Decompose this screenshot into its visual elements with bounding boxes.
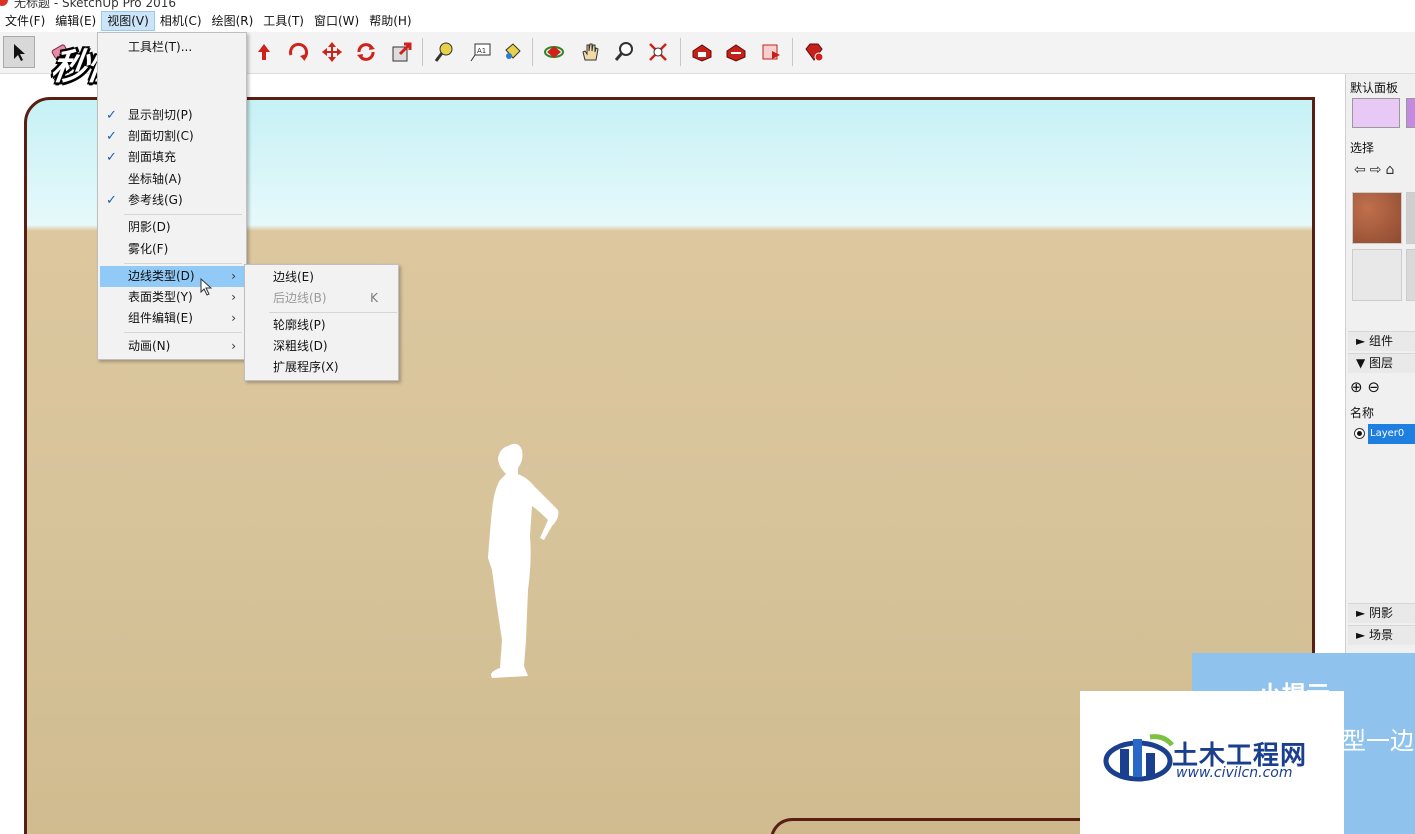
tape-measure-icon[interactable] xyxy=(428,36,460,68)
panel-layers-header[interactable]: ▼ 图层 xyxy=(1348,353,1415,373)
chevron-right-icon: › xyxy=(231,269,236,283)
ruby-icon[interactable] xyxy=(798,36,830,68)
panel-shadows-header[interactable]: ► 阴影 xyxy=(1348,603,1415,623)
sketchup-logo-icon xyxy=(0,0,8,6)
select-arrow-icon[interactable] xyxy=(3,36,35,68)
scale-icon[interactable] xyxy=(386,36,418,68)
chevron-right-icon: › xyxy=(231,311,236,325)
check-icon: ✓ xyxy=(106,108,117,123)
layer-name[interactable]: Layer0 xyxy=(1368,424,1415,444)
logo-url: www.civilcn.com xyxy=(1176,765,1293,781)
view-menu-dropdown: 工具栏(T)... ✓ 显示剖切(P) ✓ 剖面切割(C) ✓ 剖面填充 坐标轴(A)… xyxy=(97,32,247,360)
scale-figure[interactable] xyxy=(484,440,564,680)
tray-title: 默认面板 xyxy=(1350,81,1399,95)
material-swatch[interactable] xyxy=(1406,192,1415,244)
menu-file[interactable]: 文件(F) xyxy=(0,11,50,31)
menu-help[interactable]: 帮助(H) xyxy=(364,11,416,31)
sketchup-window: 无标题 - SketchUp Pro 2016 文件(F) 编辑(E) 视图(V… xyxy=(0,0,1415,834)
zoom-extents-icon[interactable] xyxy=(642,36,674,68)
layout-icon[interactable] xyxy=(755,36,787,68)
menu-item-animation[interactable]: 动画(N) › xyxy=(100,336,244,357)
check-icon: ✓ xyxy=(106,193,117,208)
panel-components-header[interactable]: ► 组件 xyxy=(1348,331,1415,351)
toolbar-separator xyxy=(532,38,533,66)
window-title: 无标题 - SketchUp Pro 2016 xyxy=(14,0,176,10)
layer-row[interactable]: Layer0 xyxy=(1352,424,1415,444)
menu-item-section-fill[interactable]: ✓ 剖面填充 xyxy=(100,147,244,168)
move-icon[interactable] xyxy=(316,36,348,68)
menu-item-face-style[interactable]: 表面类型(Y) › xyxy=(100,287,244,308)
site-logo-overlay: 土木工程网 www.civilcn.com xyxy=(1080,691,1344,834)
menu-item-component-edit[interactable]: 组件编辑(E) › xyxy=(100,308,244,329)
viewport-secondary xyxy=(770,818,1100,834)
menu-item-section-cuts[interactable]: ✓ 剖面切割(C) xyxy=(100,126,244,147)
menu-separator xyxy=(124,263,242,264)
menu-view[interactable]: 视图(V) xyxy=(101,11,155,31)
material-nav-buttons[interactable]: ⇦⇨⌂ xyxy=(1354,162,1398,178)
submenu-item-profiles[interactable]: 轮廓线(P) xyxy=(247,315,396,336)
menu-item-axes[interactable]: 坐标轴(A) xyxy=(100,169,244,190)
check-icon: ✓ xyxy=(106,129,117,144)
menu-bar: 文件(F) 编辑(E) 视图(V) 相机(C) 绘图(R) 工具(T) 窗口(W… xyxy=(0,10,1415,32)
edge-style-submenu: 边线(E) 后边线(B) K 轮廓线(P) 深粗线(D) 扩展程序(X) xyxy=(244,264,399,381)
submenu-item-back-edges[interactable]: 后边线(B) K xyxy=(247,288,396,309)
building-logo-icon xyxy=(1103,734,1174,782)
shortcut-label: K xyxy=(370,291,378,305)
menu-item-fog[interactable]: 雾化(F) xyxy=(100,239,244,260)
svg-text:A1: A1 xyxy=(477,47,486,55)
paint-bucket-icon[interactable] xyxy=(496,36,528,68)
material-swatch[interactable] xyxy=(1352,249,1402,301)
menu-separator xyxy=(124,332,242,333)
menu-separator xyxy=(269,312,397,313)
submenu-item-extension[interactable]: 扩展程序(X) xyxy=(247,357,396,378)
extension-warehouse-icon[interactable] xyxy=(720,36,752,68)
menu-item-shadows[interactable]: 阴影(D) xyxy=(100,217,244,238)
tip-text: 型一边 xyxy=(1342,727,1414,755)
text-label-icon[interactable]: A1 xyxy=(464,36,496,68)
submenu-item-edges[interactable]: 边线(E) xyxy=(247,267,396,288)
mouse-cursor-icon xyxy=(200,278,212,296)
toolbar-separator xyxy=(680,38,681,66)
zoom-icon[interactable] xyxy=(608,36,640,68)
pan-icon[interactable] xyxy=(574,36,606,68)
menu-item-edge-style[interactable]: 边线类型(D) › xyxy=(100,266,244,287)
check-icon: ✓ xyxy=(106,150,117,165)
style-swatch[interactable] xyxy=(1406,98,1415,128)
menu-item-guides[interactable]: ✓ 参考线(G) xyxy=(100,190,244,211)
submenu-item-depth-cue[interactable]: 深粗线(D) xyxy=(247,336,396,357)
chevron-right-icon: › xyxy=(231,339,236,353)
menu-camera[interactable]: 相机(C) xyxy=(155,11,207,31)
menu-draw[interactable]: 绘图(R) xyxy=(207,11,259,31)
menu-tools[interactable]: 工具(T) xyxy=(258,11,309,31)
rotate-icon[interactable] xyxy=(282,36,314,68)
select-label: 选择 xyxy=(1350,141,1375,155)
toolbar-separator xyxy=(792,38,793,66)
menu-item-hidden-partial xyxy=(100,87,244,99)
menu-edit[interactable]: 编辑(E) xyxy=(50,11,101,31)
menu-separator xyxy=(124,214,242,215)
panel-scenes-header[interactable]: ► 场景 xyxy=(1348,625,1415,645)
warehouse-icon[interactable] xyxy=(686,36,718,68)
menu-item-toolbars[interactable]: 工具栏(T)... xyxy=(100,37,244,58)
toolbar-separator xyxy=(422,38,423,66)
menu-item-show-section-planes[interactable]: ✓ 显示剖切(P) xyxy=(100,105,244,126)
active-layer-radio[interactable] xyxy=(1354,428,1365,439)
material-swatch[interactable] xyxy=(1406,249,1415,301)
style-swatch[interactable] xyxy=(1352,98,1400,128)
layer-add-remove-buttons[interactable]: ⊕ ⊖ xyxy=(1350,378,1380,396)
follow-me-icon[interactable] xyxy=(350,36,382,68)
material-swatch-brick[interactable] xyxy=(1352,192,1402,244)
title-bar: 无标题 - SketchUp Pro 2016 xyxy=(0,0,1415,10)
orbit-icon[interactable] xyxy=(538,36,570,68)
style-swatches xyxy=(1352,98,1415,130)
chevron-right-icon: › xyxy=(231,290,236,304)
layer-name-header: 名称 xyxy=(1350,406,1375,420)
menu-window[interactable]: 窗口(W) xyxy=(309,11,364,31)
move-up-icon[interactable] xyxy=(248,36,280,68)
